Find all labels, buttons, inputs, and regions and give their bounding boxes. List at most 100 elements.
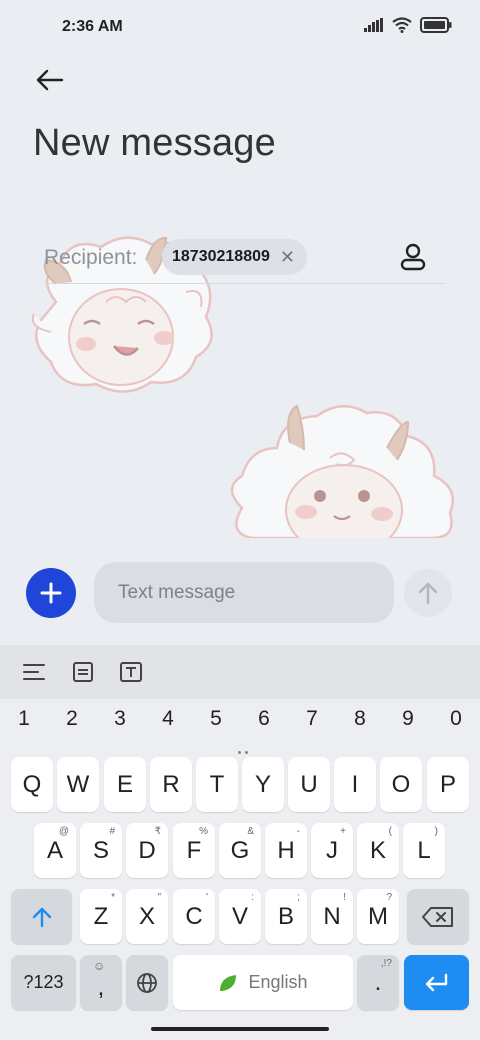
page-title: New message [33,122,276,164]
back-button[interactable] [28,62,72,98]
key-d[interactable]: ₹ D [126,823,168,878]
text-edit-button[interactable] [117,659,145,685]
key-label: X [138,902,155,930]
space-label: English [248,972,308,992]
space-key[interactable]: English [173,955,353,1010]
shift-key[interactable] [11,889,72,944]
key-hint: ! [343,892,346,903]
text-box-icon [120,662,142,682]
status-time: 2:36 AM [62,18,123,35]
key-hint: - [296,826,300,837]
key-c[interactable]: ' C [173,889,215,944]
key-6[interactable]: 6 [244,707,284,731]
emoji-comma-key[interactable]: ☺ , [80,955,122,1010]
key-k[interactable]: (K [357,823,399,878]
enter-key[interactable] [404,955,469,1010]
symbols-key[interactable]: ?123 [11,955,76,1010]
key-9[interactable]: 9 [388,707,428,731]
key-t[interactable]: T [196,757,238,812]
wifi-icon [392,17,412,33]
key-hint: ? [386,892,392,903]
key-p[interactable]: P [427,757,469,812]
key-o[interactable]: O [380,757,422,812]
key-f[interactable]: % F [173,823,215,878]
key-hint: ' [206,892,208,903]
key-hint: ) [434,826,438,837]
key-label: V [231,902,248,930]
key-g[interactable]: & G [219,823,261,878]
key-label: M [368,902,388,930]
recipient-chip-number: 18730218809 [172,248,270,265]
status-bar: 2:36 AM [0,0,480,56]
key-label: W [66,770,90,798]
message-input[interactable] [94,562,394,623]
status-icons [364,17,452,33]
key-label: H [277,836,295,864]
back-arrow-icon [36,69,64,91]
sheep-sticker-2 [230,404,454,538]
key-label: , [97,973,105,1001]
key-n[interactable]: ! N [311,889,353,944]
key-0[interactable]: 0 [436,707,476,731]
keyboard: 1 2 3 4 5 6 7 8 9 0 Q W E R T Y U I O P … [0,645,480,1040]
language-key[interactable] [126,955,168,1010]
key-b[interactable]: ; B [265,889,307,944]
remove-recipient-icon[interactable]: ✕ [280,248,295,266]
key-r[interactable]: R [150,757,192,812]
key-j[interactable]: + J [311,823,353,878]
key-label: P [439,770,456,798]
key-s[interactable]: # S [80,823,122,878]
key-hint: ( [388,826,392,837]
recipient-chip[interactable]: 18730218809 ✕ [162,239,307,275]
key-label: I [351,770,359,798]
key-i[interactable]: I [334,757,376,812]
key-label: L [417,836,431,864]
key-hint: ; [297,892,300,903]
key-e[interactable]: E [104,757,146,812]
key-v[interactable]: :V [219,889,261,944]
send-button[interactable] [404,569,452,617]
plus-icon [40,582,62,604]
key-label: R [162,770,180,798]
recipient-row[interactable]: Recipient: 18730218809 ✕ [44,236,444,284]
signal-icon [364,18,383,32]
key-hint: + [340,826,346,837]
key-label: K [369,836,386,864]
key-h[interactable]: -H [265,823,307,878]
key-label: O [391,770,411,798]
period-key[interactable]: ,!? . [357,955,399,1010]
key-l[interactable]: ) L [403,823,445,878]
key-q[interactable]: Q [11,757,53,812]
key-4[interactable]: 4 [148,707,188,731]
key-label: J [326,836,338,864]
key-x[interactable]: " X [126,889,168,944]
key-z[interactable]: * Z [80,889,122,944]
select-contact-button[interactable] [396,240,430,274]
number-row: 1 2 3 4 5 6 7 8 9 0 [0,707,480,741]
key-5[interactable]: 5 [196,707,236,731]
key-hint: @ [58,826,69,837]
key-2[interactable]: 2 [52,707,92,731]
key-m[interactable]: ? M [357,889,399,944]
backspace-icon [422,906,453,927]
key-label: N [323,902,341,930]
clipboard-button[interactable] [69,659,97,685]
key-3[interactable]: 3 [100,707,140,731]
home-indicator[interactable] [151,1027,329,1031]
send-arrow-icon [418,582,438,605]
keyboard-menu-button[interactable] [20,659,48,685]
key-7[interactable]: 7 [292,707,332,731]
key-8[interactable]: 8 [340,707,380,731]
add-attachment-button[interactable] [26,568,76,618]
key-u[interactable]: U [288,757,330,812]
key-1[interactable]: 1 [4,707,44,731]
key-label: S [92,836,109,864]
backspace-key[interactable] [407,889,469,944]
key-label: U [300,770,318,798]
key-w[interactable]: W [57,757,99,812]
contact-icon [400,243,426,271]
key-y[interactable]: Y [242,757,284,812]
key-hint: ,!? [380,958,392,969]
keyboard-toolbar [0,645,480,699]
key-a[interactable]: @ A [34,823,76,878]
